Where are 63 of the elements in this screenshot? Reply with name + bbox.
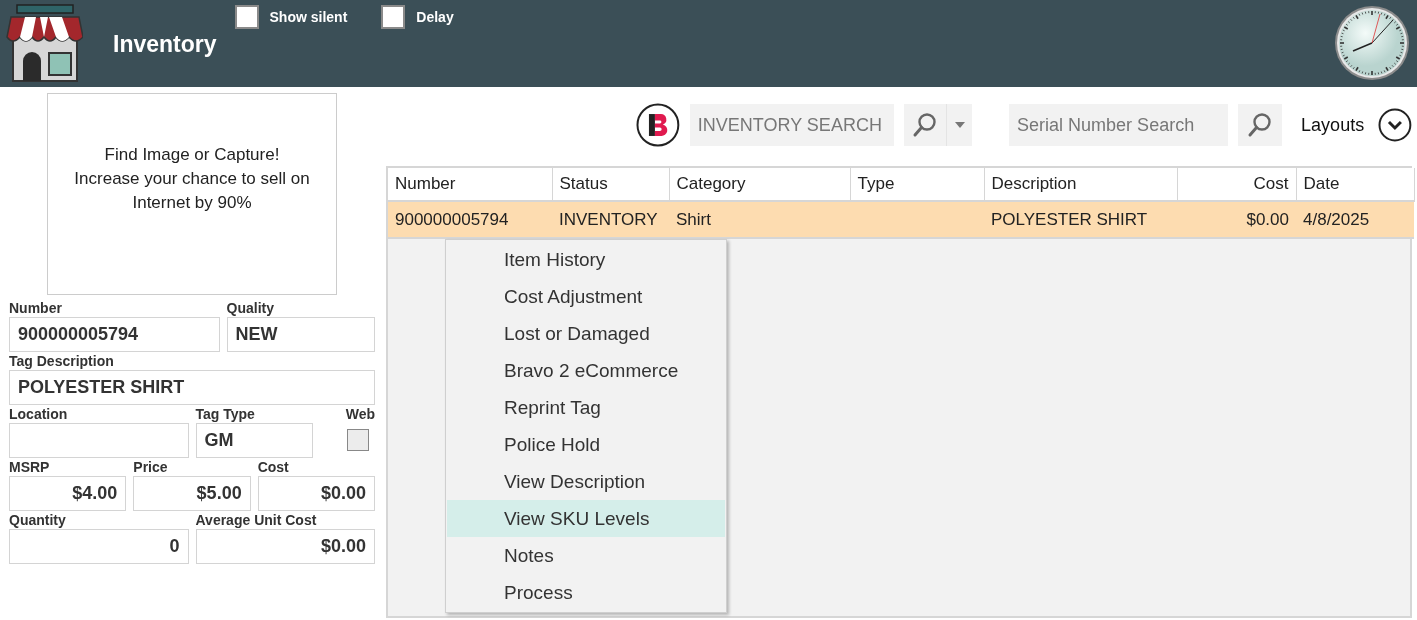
- column-header[interactable]: Description: [984, 168, 1177, 201]
- input-field[interactable]: NEW: [226, 317, 375, 352]
- table-cell: 900000005794: [388, 201, 552, 238]
- input-field[interactable]: 900000005794: [9, 317, 220, 352]
- menu-item[interactable]: Cost Adjustment: [447, 278, 725, 315]
- menu-item[interactable]: Police Hold: [447, 426, 725, 463]
- menu-item[interactable]: Reprint Tag: [447, 389, 725, 426]
- input-field[interactable]: [9, 423, 189, 458]
- column-header[interactable]: Number: [388, 168, 552, 201]
- store-icon: [5, 3, 83, 83]
- input-field[interactable]: $5.00: [133, 476, 251, 511]
- menu-item[interactable]: Lost or Damaged: [447, 315, 725, 352]
- field-label: Quality: [226, 299, 276, 317]
- field-label: Web: [345, 405, 375, 423]
- input-field[interactable]: 0: [9, 529, 189, 564]
- menu-item[interactable]: View Description: [447, 463, 725, 500]
- clock-icon: [1334, 5, 1410, 81]
- input-field[interactable]: POLYESTER SHIRT: [9, 370, 375, 405]
- field-label: Location: [9, 405, 69, 423]
- menu-item[interactable]: Process: [447, 574, 725, 611]
- input-field[interactable]: $4.00: [9, 476, 127, 511]
- column-header[interactable]: Date: [1296, 168, 1414, 201]
- field-label: Average Unit Cost: [195, 511, 318, 529]
- checkbox[interactable]: [347, 429, 369, 451]
- search-field[interactable]: INVENTORY SEARCH: [689, 104, 895, 146]
- field-label: Number: [9, 299, 63, 317]
- layouts-label[interactable]: Layouts: [1301, 114, 1365, 136]
- field-label: MSRP: [9, 458, 51, 476]
- column-header[interactable]: Category: [669, 168, 850, 201]
- menu-item[interactable]: Item History: [447, 241, 725, 278]
- checkbox[interactable]: [381, 5, 406, 29]
- column-header[interactable]: Type: [850, 168, 984, 201]
- field-label: Tag Type: [195, 405, 256, 423]
- checkbox[interactable]: [234, 5, 259, 29]
- table-cell: $0.00: [1177, 201, 1296, 238]
- chevron-down-icon[interactable]: [1378, 108, 1412, 142]
- logo-icon: [636, 103, 680, 147]
- search-icon: [1247, 112, 1274, 138]
- search-icon: [912, 112, 939, 138]
- column-header[interactable]: Status: [552, 168, 669, 201]
- caret-icon: [954, 122, 965, 128]
- input-field[interactable]: GM: [195, 423, 313, 458]
- menu-item[interactable]: Notes: [447, 537, 725, 574]
- search-field[interactable]: Serial Number Search: [1009, 104, 1229, 146]
- checkbox-label[interactable]: Delay: [416, 9, 454, 25]
- image-prompt: Find Image or Capture! Increase your chance to sell on Internet by 90%: [74, 144, 310, 214]
- table-cell: POLYESTER SHIRT: [984, 201, 1177, 238]
- column-header[interactable]: Cost: [1177, 168, 1296, 201]
- menu-item[interactable]: Bravo 2 eCommerce: [447, 352, 725, 389]
- field-label: Tag Description: [9, 352, 115, 370]
- table-cell: Shirt: [669, 201, 850, 238]
- checkbox-label[interactable]: Show silent: [269, 9, 348, 25]
- window-title: Inventory: [113, 31, 217, 58]
- table-cell: 4/8/2025: [1296, 201, 1414, 238]
- image-placeholder[interactable]: Find Image or Capture! Increase your chance to sell on Internet by 90%: [47, 93, 337, 295]
- field-label: Cost: [257, 458, 290, 476]
- field-label: Price: [133, 458, 169, 476]
- field-label: Quantity: [9, 511, 67, 529]
- menu-item[interactable]: View SKU Levels: [447, 500, 725, 537]
- input-field[interactable]: $0.00: [195, 529, 375, 564]
- search-button[interactable]: [1238, 104, 1283, 146]
- input-field[interactable]: $0.00: [257, 476, 375, 511]
- table-cell: INVENTORY: [552, 201, 669, 238]
